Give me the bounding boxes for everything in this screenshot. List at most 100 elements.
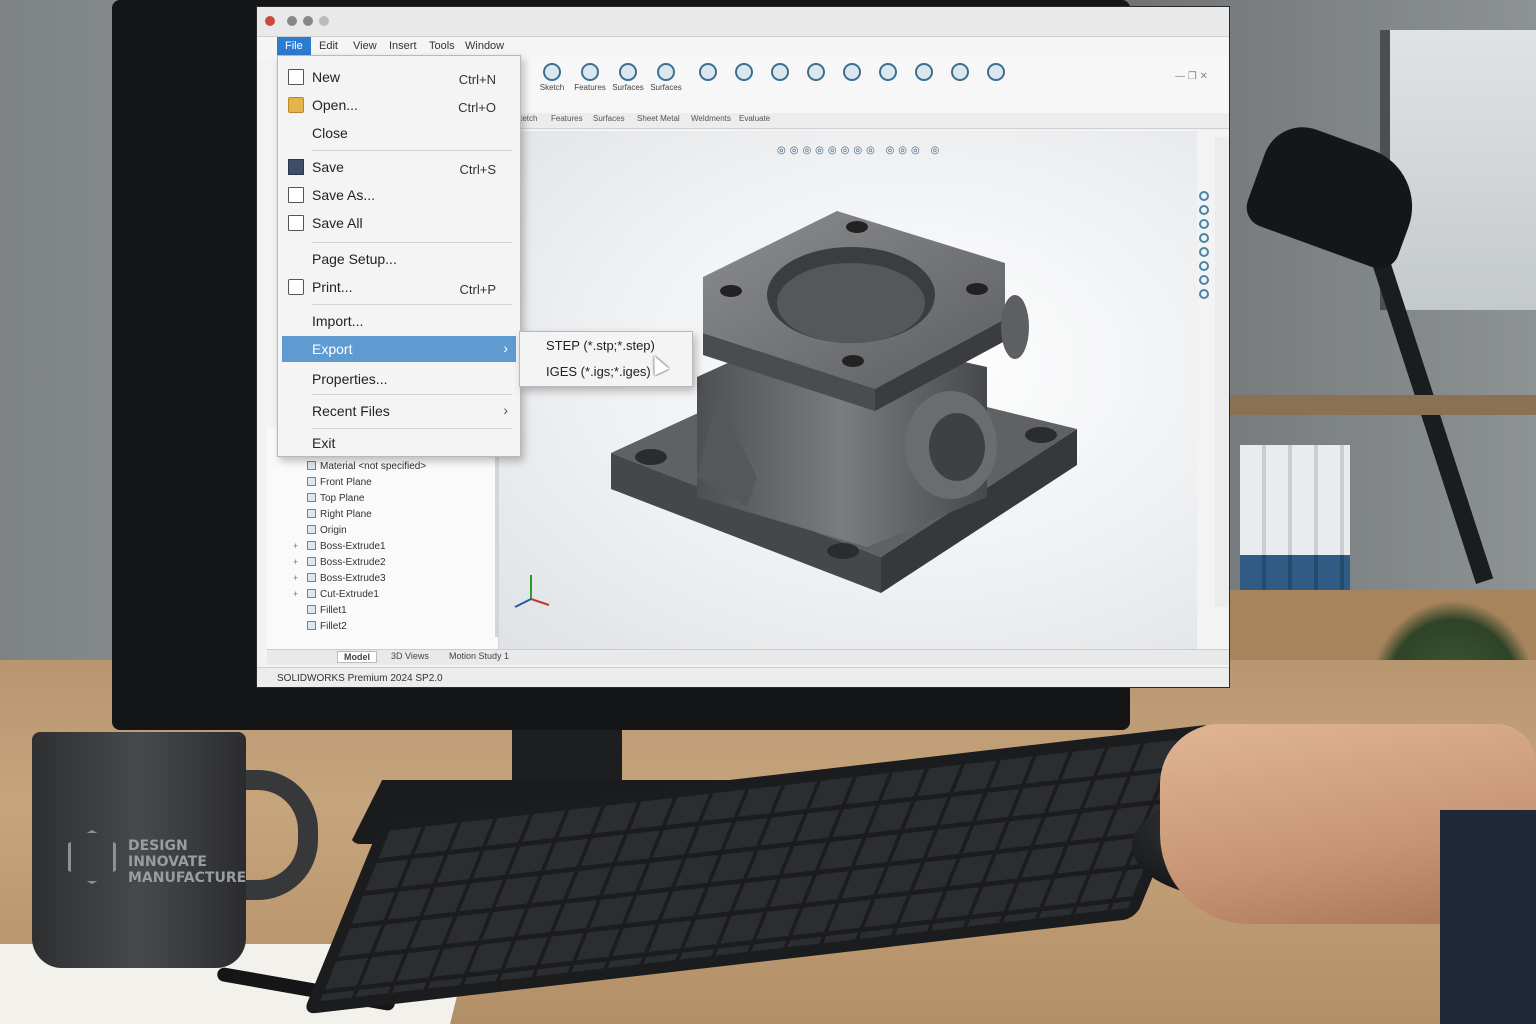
viewport-scrollbar[interactable]	[1215, 137, 1229, 607]
command-manager-ribbon: Sketch Features Surfaces Surfaces	[507, 55, 1229, 115]
extrude-icon	[307, 573, 316, 582]
task-pane-icon[interactable]	[1199, 247, 1209, 257]
export-iges-option[interactable]: IGES (*.igs;*.iges)	[546, 364, 651, 379]
origin-icon	[307, 525, 316, 534]
mug-slogan: DESIGN INNOVATE MANUFACTURE	[128, 838, 247, 886]
tool-icon	[843, 63, 861, 81]
surfaces-icon	[657, 63, 675, 81]
extrude-icon	[307, 557, 316, 566]
tab-3d-views[interactable]: 3D Views	[385, 651, 435, 661]
tree-item-material[interactable]: Material <not specified>	[307, 461, 426, 472]
cut-icon	[307, 589, 316, 598]
tab-surfaces[interactable]: Surfaces	[593, 114, 625, 123]
menu-separator	[312, 394, 512, 395]
task-pane-icon[interactable]	[1199, 275, 1209, 285]
tab-weldments[interactable]: Weldments	[691, 114, 731, 123]
3d-part-bearing-housing[interactable]	[607, 207, 1087, 607]
menu-item-export[interactable]: Export ›	[282, 336, 516, 362]
save-as-icon	[288, 187, 304, 203]
menu-separator	[312, 150, 512, 151]
tool-icon	[735, 63, 753, 81]
bottom-tabs: Model 3D Views Motion Study 1	[267, 649, 1229, 665]
tree-item-boss-extrude3[interactable]: + Boss-Extrude3	[293, 573, 386, 584]
menu-edit[interactable]: Edit	[319, 40, 338, 52]
tab-motion-study[interactable]: Motion Study 1	[443, 651, 515, 661]
menu-item-open[interactable]: Open... Ctrl+O	[282, 92, 516, 118]
status-bar: SOLIDWORKS Premium 2024 SP2.0	[257, 667, 1229, 687]
submenu-arrow-icon: ›	[503, 402, 508, 418]
submenu-arrow-icon: ›	[503, 340, 508, 356]
sketch-icon	[543, 63, 561, 81]
tab-evaluate[interactable]: Evaluate	[739, 114, 770, 123]
command-tabs: Sketch Features Surfaces Sheet Metal Wel…	[507, 113, 1229, 129]
expand-icon[interactable]: +	[293, 573, 298, 583]
tool-icon	[915, 63, 933, 81]
menu-item-new[interactable]: New Ctrl+N	[282, 64, 516, 90]
ribbon-surfaces-button[interactable]: Surfaces	[611, 63, 645, 92]
status-text: SOLIDWORKS Premium 2024 SP2.0	[277, 673, 443, 684]
quick-access-bar	[257, 7, 1229, 37]
tool-icon	[807, 63, 825, 81]
menu-item-save-all[interactable]: Save All	[282, 210, 516, 236]
tree-item-boss-extrude2[interactable]: + Boss-Extrude2	[293, 557, 386, 568]
tab-model[interactable]: Model	[337, 651, 377, 663]
tree-item-boss-extrude1[interactable]: + Boss-Extrude1	[293, 541, 386, 552]
save-doc-icon[interactable]	[319, 16, 329, 26]
window-controls[interactable]: — ❐ ✕	[1175, 71, 1208, 82]
menu-item-properties[interactable]: Properties...	[282, 366, 516, 392]
ribbon-tool-button[interactable]	[727, 63, 761, 83]
menu-item-print[interactable]: Print... Ctrl+P	[282, 274, 516, 300]
ribbon-tool-button[interactable]	[943, 63, 977, 83]
heads-up-view-toolbar[interactable]: ◎◎◎◎◎◎◎◎ ◎◎◎ ◎	[777, 145, 943, 156]
task-pane-icon[interactable]	[1199, 219, 1209, 229]
tree-item-right-plane[interactable]: Right Plane	[307, 509, 372, 520]
menu-item-save[interactable]: Save Ctrl+S	[282, 154, 516, 180]
tree-item-origin[interactable]: Origin	[307, 525, 347, 536]
ribbon-tool-button[interactable]	[979, 63, 1013, 83]
menu-window[interactable]: Window	[465, 40, 504, 52]
menu-item-import[interactable]: Import...	[282, 308, 516, 334]
tree-item-cut-extrude1[interactable]: + Cut-Extrude1	[293, 589, 379, 600]
tool-icon	[771, 63, 789, 81]
menu-item-recent-files[interactable]: Recent Files ›	[282, 398, 516, 424]
task-pane-icon[interactable]	[1199, 205, 1209, 215]
ribbon-surfaces-button-2[interactable]: Surfaces	[649, 63, 683, 92]
menu-item-close[interactable]: Close	[282, 120, 516, 146]
menu-item-exit[interactable]: Exit	[282, 430, 516, 456]
menu-item-save-as[interactable]: Save As...	[282, 182, 516, 208]
menu-view[interactable]: View	[353, 40, 377, 52]
expand-icon[interactable]: +	[293, 589, 298, 599]
printer-icon	[288, 279, 304, 295]
ribbon-tool-button[interactable]	[763, 63, 797, 83]
task-pane-icon[interactable]	[1199, 289, 1209, 299]
tree-item-fillet2[interactable]: Fillet2	[307, 621, 347, 632]
ribbon-tool-button[interactable]	[871, 63, 905, 83]
open-doc-icon[interactable]	[303, 16, 313, 26]
ribbon-tool-button[interactable]	[691, 63, 725, 83]
tab-features[interactable]: Features	[551, 114, 583, 123]
tree-scrollbar[interactable]	[495, 427, 499, 637]
menu-separator	[312, 304, 512, 305]
tree-item-fillet1[interactable]: Fillet1	[307, 605, 347, 616]
new-doc-icon[interactable]	[287, 16, 297, 26]
tab-sheet-metal[interactable]: Sheet Metal	[637, 114, 680, 123]
ribbon-tool-button[interactable]	[907, 63, 941, 83]
tree-item-top-plane[interactable]: Top Plane	[307, 493, 364, 504]
ribbon-tool-button[interactable]	[835, 63, 869, 83]
office-window	[1380, 30, 1536, 310]
plane-icon	[307, 493, 316, 502]
expand-icon[interactable]: +	[293, 557, 298, 567]
ribbon-tool-button[interactable]	[799, 63, 833, 83]
task-pane-icon[interactable]	[1199, 261, 1209, 271]
ribbon-features-button[interactable]: Features	[573, 63, 607, 92]
tree-item-front-plane[interactable]: Front Plane	[307, 477, 372, 488]
menu-insert[interactable]: Insert	[389, 40, 417, 52]
task-pane-icon[interactable]	[1199, 233, 1209, 243]
menu-item-page-setup[interactable]: Page Setup...	[282, 246, 516, 272]
app-logo-icon[interactable]	[265, 16, 275, 26]
menu-tools[interactable]: Tools	[429, 40, 455, 52]
export-step-option[interactable]: STEP (*.stp;*.step)	[546, 338, 655, 353]
expand-icon[interactable]: +	[293, 541, 298, 551]
ribbon-sketch-button[interactable]: Sketch	[535, 63, 569, 92]
task-pane-icon[interactable]	[1199, 191, 1209, 201]
